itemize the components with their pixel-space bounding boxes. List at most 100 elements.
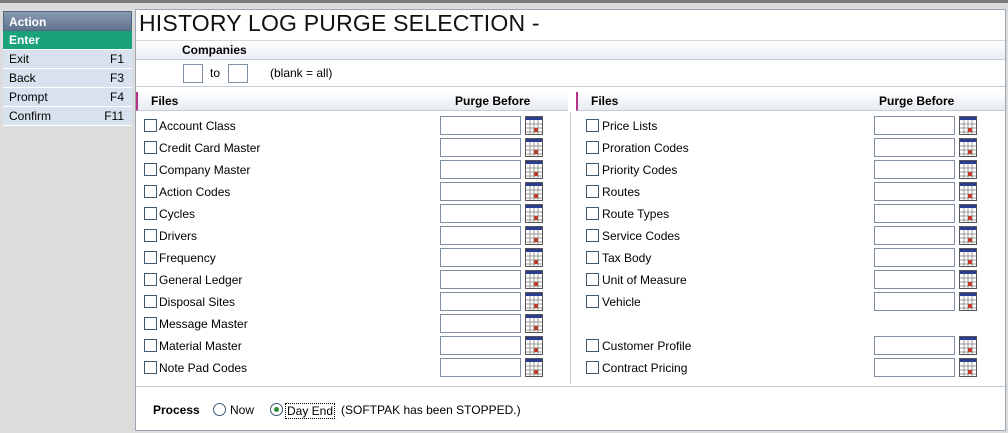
file-checkbox[interactable]	[586, 339, 599, 352]
purge-before-date-input[interactable]	[874, 292, 955, 311]
file-label: Message Master	[159, 317, 248, 331]
sidebar-item-confirm[interactable]: Confirm F11	[3, 107, 132, 126]
purge-before-column-header: Purge Before	[879, 94, 955, 108]
company-from-input[interactable]	[183, 64, 203, 83]
calendar-icon[interactable]	[525, 160, 543, 179]
purge-before-date-input[interactable]	[874, 226, 955, 245]
calendar-icon[interactable]	[525, 204, 543, 223]
calendar-icon[interactable]	[959, 358, 977, 377]
file-checkbox[interactable]	[144, 229, 157, 242]
sidebar-item-prompt[interactable]: Prompt F4	[3, 88, 132, 107]
calendar-icon[interactable]	[959, 336, 977, 355]
purge-before-date-input[interactable]	[874, 116, 955, 135]
sidebar-item-enter[interactable]: Enter	[3, 31, 132, 50]
calendar-icon[interactable]	[525, 226, 543, 245]
main-panel: HISTORY LOG PURGE SELECTION - Companies …	[135, 9, 1006, 431]
file-checkbox[interactable]	[144, 295, 157, 308]
calendar-icon[interactable]	[525, 138, 543, 157]
calendar-icon[interactable]	[959, 226, 977, 245]
purge-before-date-input[interactable]	[440, 226, 521, 245]
file-checkbox[interactable]	[586, 251, 599, 264]
file-checkbox[interactable]	[586, 295, 599, 308]
file-checkbox[interactable]	[586, 229, 599, 242]
calendar-icon[interactable]	[525, 182, 543, 201]
purge-before-date-input[interactable]	[440, 248, 521, 267]
company-to-input[interactable]	[228, 64, 248, 83]
calendar-icon[interactable]	[959, 270, 977, 289]
calendar-icon[interactable]	[525, 358, 543, 377]
purge-before-date-input[interactable]	[440, 358, 521, 377]
purge-before-date-input[interactable]	[440, 182, 521, 201]
calendar-icon[interactable]	[959, 292, 977, 311]
calendar-icon[interactable]	[525, 270, 543, 289]
purge-before-date-input[interactable]	[440, 160, 521, 179]
calendar-icon[interactable]	[959, 182, 977, 201]
file-checkbox[interactable]	[144, 119, 157, 132]
file-row: Tax Body	[576, 247, 1005, 269]
file-checkbox[interactable]	[586, 119, 599, 132]
file-checkbox[interactable]	[586, 361, 599, 374]
file-checkbox[interactable]	[144, 207, 157, 220]
purge-before-date-input[interactable]	[440, 204, 521, 223]
sidebar-item-exit[interactable]: Exit F1	[3, 50, 132, 69]
purge-before-date-input[interactable]	[440, 270, 521, 289]
to-label: to	[210, 66, 221, 80]
process-day-end-radio[interactable]	[270, 403, 283, 416]
file-checkbox[interactable]	[586, 273, 599, 286]
purge-before-date-input[interactable]	[440, 336, 521, 355]
calendar-icon[interactable]	[959, 116, 977, 135]
file-checkbox[interactable]	[144, 251, 157, 264]
purge-before-date-input[interactable]	[440, 138, 521, 157]
file-checkbox[interactable]	[586, 207, 599, 220]
purge-before-date-input[interactable]	[440, 292, 521, 311]
file-checkbox[interactable]	[144, 339, 157, 352]
sidebar-item-back[interactable]: Back F3	[3, 69, 132, 88]
file-label: Vehicle	[602, 295, 641, 309]
file-label: Company Master	[159, 163, 251, 177]
file-checkbox[interactable]	[586, 163, 599, 176]
purge-before-date-input[interactable]	[440, 116, 521, 135]
file-label: Account Class	[159, 119, 236, 133]
file-checkbox[interactable]	[144, 141, 157, 154]
sidebar-item-label: Back	[9, 71, 36, 85]
sidebar-item-key: F1	[109, 52, 124, 66]
process-day-end-label[interactable]: Day End	[285, 403, 336, 419]
calendar-icon[interactable]	[959, 160, 977, 179]
companies-label: Companies	[182, 43, 247, 57]
purge-before-date-input[interactable]	[874, 182, 955, 201]
file-row: Proration Codes	[576, 137, 1005, 159]
calendar-icon[interactable]	[525, 336, 543, 355]
file-checkbox[interactable]	[144, 185, 157, 198]
purge-before-date-input[interactable]	[874, 138, 955, 157]
file-row: Unit of Measure	[576, 269, 1005, 291]
file-row: Frequency	[136, 247, 568, 269]
calendar-icon[interactable]	[525, 248, 543, 267]
file-label: Customer Profile	[602, 339, 692, 353]
file-checkbox[interactable]	[144, 361, 157, 374]
calendar-icon[interactable]	[959, 248, 977, 267]
calendar-icon[interactable]	[959, 204, 977, 223]
file-checkbox[interactable]	[586, 185, 599, 198]
file-checkbox[interactable]	[586, 141, 599, 154]
process-now-radio[interactable]	[213, 403, 226, 416]
purge-before-date-input[interactable]	[440, 314, 521, 333]
purge-before-date-input[interactable]	[874, 336, 955, 355]
file-label: Unit of Measure	[602, 273, 687, 287]
calendar-icon[interactable]	[959, 138, 977, 157]
purge-before-date-input[interactable]	[874, 204, 955, 223]
file-checkbox[interactable]	[144, 317, 157, 330]
calendar-icon[interactable]	[525, 116, 543, 135]
calendar-icon[interactable]	[525, 292, 543, 311]
file-checkbox[interactable]	[144, 273, 157, 286]
process-now-label[interactable]: Now	[230, 403, 254, 417]
calendar-icon[interactable]	[525, 314, 543, 333]
file-checkbox[interactable]	[144, 163, 157, 176]
purge-before-date-input[interactable]	[874, 160, 955, 179]
file-row: Service Codes	[576, 225, 1005, 247]
file-row: Priority Codes	[576, 159, 1005, 181]
purge-before-date-input[interactable]	[874, 358, 955, 377]
purge-before-date-input[interactable]	[874, 248, 955, 267]
page-title: HISTORY LOG PURGE SELECTION -	[139, 10, 540, 36]
sidebar-item-key: F3	[109, 71, 124, 85]
purge-before-date-input[interactable]	[874, 270, 955, 289]
